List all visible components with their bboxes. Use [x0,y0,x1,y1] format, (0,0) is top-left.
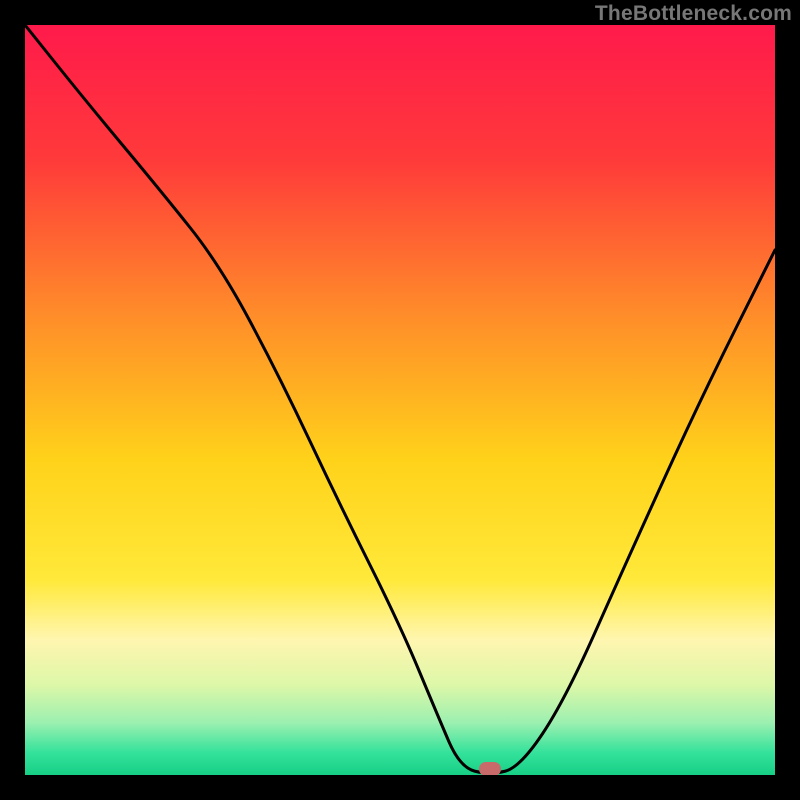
plot-area [25,25,775,775]
optimum-marker [479,762,501,775]
watermark-text: TheBottleneck.com [595,2,792,26]
curve-path [25,25,775,773]
bottleneck-curve [25,25,775,775]
chart-frame: TheBottleneck.com [0,0,800,800]
